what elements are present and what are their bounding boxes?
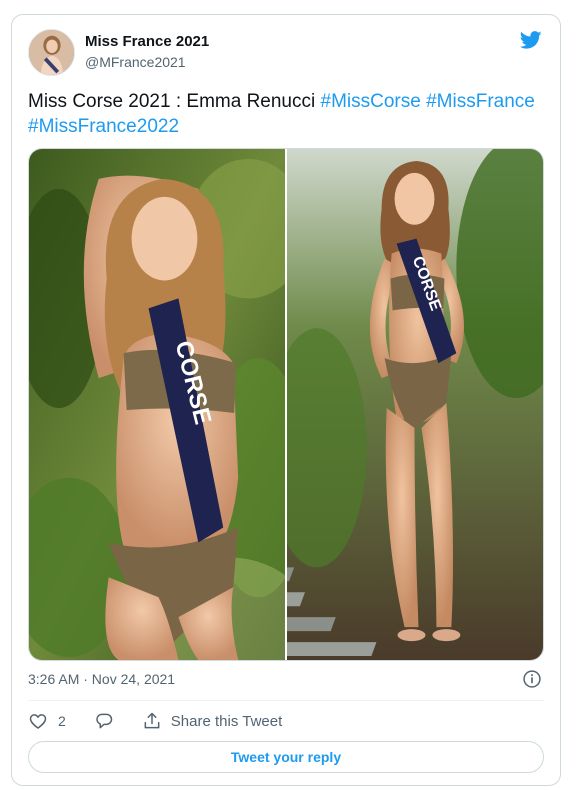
info-icon[interactable] — [522, 669, 542, 689]
hashtag-link[interactable]: #MissFrance — [426, 91, 535, 112]
user-handle[interactable]: @MFrance2021 — [85, 54, 186, 70]
share-button[interactable]: Share this Tweet — [142, 711, 282, 731]
twitter-bird-icon[interactable] — [518, 29, 544, 51]
heart-icon — [29, 714, 47, 729]
reply-button[interactable] — [94, 711, 114, 731]
avatar-image — [29, 30, 74, 75]
tweet-timestamp[interactable]: 3:26 AM · Nov 24, 2021 — [28, 671, 175, 687]
hashtag-link[interactable]: #MissCorse — [321, 91, 421, 112]
tweet-your-reply-button[interactable]: Tweet your reply — [28, 741, 544, 773]
display-name[interactable]: Miss France 2021 — [85, 33, 209, 50]
like-count: 2 — [58, 713, 66, 729]
tweet-text: Miss Corse 2021 : Emma Renucci #MissCors… — [28, 89, 548, 139]
reply-icon — [96, 713, 112, 729]
tweet-card: Miss France 2021 @MFrance2021 Miss Corse… — [11, 14, 561, 786]
tweet-photo[interactable]: CORSE — [29, 149, 285, 660]
tweet-photo[interactable]: CORSE — [287, 149, 543, 660]
photo-illustration: CORSE — [29, 149, 285, 660]
tweet-actions: 2 Share this Tweet — [28, 709, 310, 733]
share-icon — [144, 712, 160, 729]
photo-illustration: CORSE — [287, 149, 543, 660]
divider — [28, 700, 544, 701]
tweet-media: CORSE CORSE — [28, 148, 544, 661]
share-label: Share this Tweet — [170, 712, 283, 730]
hashtag-link[interactable]: #MissFrance2022 — [28, 116, 179, 137]
avatar[interactable] — [28, 29, 75, 76]
like-button[interactable]: 2 — [28, 711, 66, 731]
tweet-text-plain: Miss Corse 2021 : Emma Renucci — [28, 91, 321, 112]
